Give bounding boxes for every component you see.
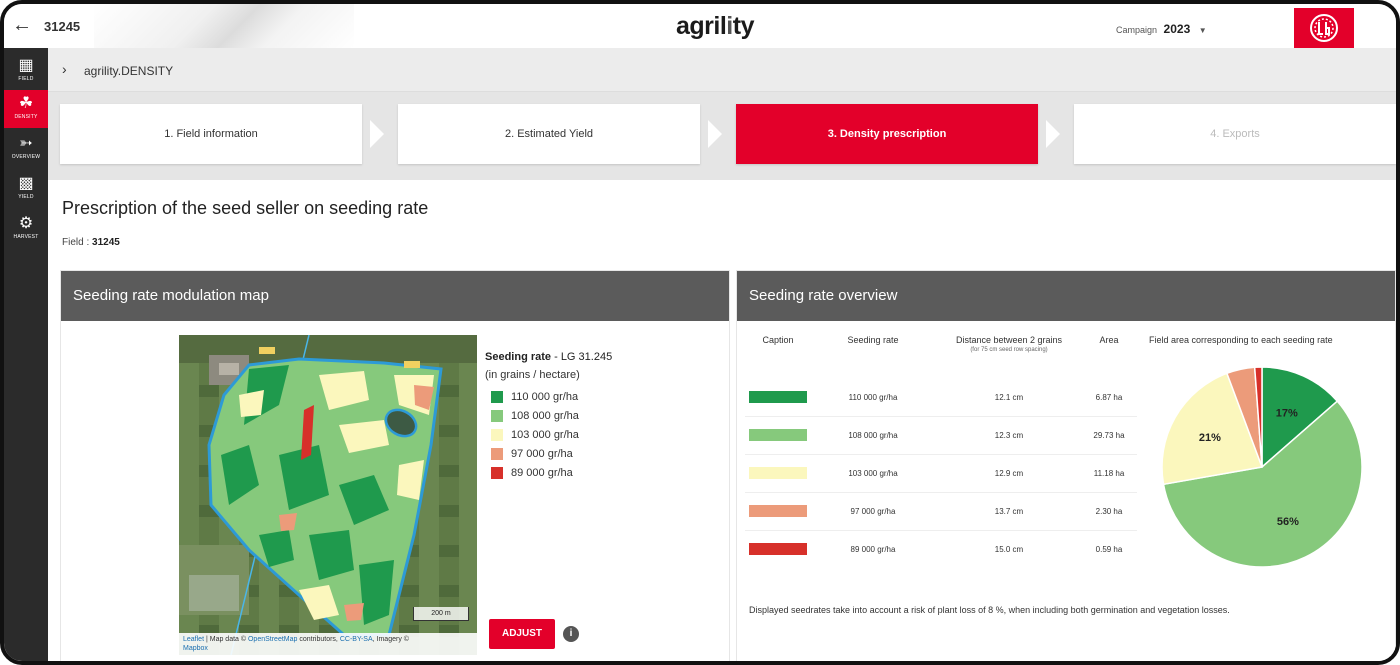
table-row: 89 000 gr/ha 15.0 cm 0.59 ha	[745, 531, 1137, 569]
map-panel: Seeding rate modulation map 200 m Leafle…	[60, 270, 730, 661]
sidebar-item-harvest[interactable]: ⚙ HARVEST	[4, 210, 48, 248]
main-content: Prescription of the seed seller on seedi…	[48, 180, 1396, 661]
sidebar: ▦ FIELD ☘ DENSITY ➳ OVERVIEW ▩ YIELD ⚙ H…	[4, 48, 48, 661]
overview-panel: Seeding rate overview Caption Seeding ra…	[736, 270, 1396, 661]
brand-seal-icon	[1310, 14, 1338, 42]
table-row: 103 000 gr/ha 12.9 cm 11.18 ha	[745, 455, 1137, 493]
harvest-icon: ⚙	[18, 215, 34, 232]
seeding-icon: ☘	[18, 95, 34, 112]
sidebar-item-yield[interactable]: ▩ YIELD	[4, 170, 48, 208]
field-grid-icon: ▦	[18, 57, 34, 74]
legend-item: 108 000 gr/ha	[491, 410, 579, 426]
campaign-value: 2023	[1163, 22, 1191, 36]
modulation-map[interactable]: 200 m Leaflet | Map data © OpenStreetMap…	[179, 334, 477, 656]
step-exports: 4. Exports	[1074, 104, 1396, 164]
row-color-swatch	[749, 391, 807, 403]
col-header-caption: Caption	[762, 335, 794, 345]
overview-panel-title: Seeding rate overview	[737, 271, 1395, 321]
field-id-title: 31245	[44, 19, 81, 34]
campaign-selector[interactable]: Campaign 2023 ▼	[1116, 22, 1207, 36]
header-decoration	[94, 4, 354, 48]
sidebar-item-overview[interactable]: ➳ OVERVIEW	[4, 130, 48, 168]
adjust-button[interactable]: ADJUST	[489, 619, 555, 649]
row-color-swatch	[749, 429, 807, 441]
step-field-information[interactable]: 1. Field information	[60, 104, 362, 164]
field-info: Field : 31245	[62, 237, 120, 248]
yield-icon: ▩	[18, 175, 34, 192]
table-row: 108 000 gr/ha 12.3 cm 29.73 ha	[745, 417, 1137, 455]
arrow-left-icon[interactable]: ←	[12, 14, 32, 37]
breadcrumb-text[interactable]: agrility.DENSITY	[84, 64, 173, 78]
pie-chart: 17% 56% 21%	[1157, 355, 1367, 580]
pie-title: Field area corresponding to each seeding…	[1149, 335, 1333, 345]
col-header-area: Area	[1099, 335, 1119, 345]
pie-data-label: 56%	[1277, 516, 1299, 528]
pie-data-label: 17%	[1276, 407, 1298, 419]
step-estimated-yield[interactable]: 2. Estimated Yield	[398, 104, 700, 164]
chevron-right-icon[interactable]: ›	[62, 61, 67, 77]
breadcrumb: › agrility.DENSITY	[48, 48, 1396, 92]
overview-icon: ➳	[19, 135, 33, 152]
legend-item: 97 000 gr/ha	[491, 448, 573, 464]
brand-logo-icon[interactable]	[1294, 8, 1354, 48]
page-title: Prescription of the seed seller on seedi…	[62, 198, 429, 218]
campaign-label: Campaign	[1116, 25, 1158, 35]
chevron-down-icon: ▼	[1198, 26, 1207, 35]
step-arrow-icon	[708, 120, 722, 148]
legend-title: Seeding rate - LG 31.245	[485, 351, 613, 363]
map-panel-title: Seeding rate modulation map	[61, 271, 729, 321]
row-color-swatch	[749, 543, 807, 555]
info-circle-icon[interactable]: i	[563, 626, 579, 642]
agrility-logo: agrility	[676, 12, 754, 40]
map-attribution: Leaflet | Map data © OpenStreetMap contr…	[179, 633, 477, 655]
legend-unit: (in grains / hectare)	[485, 369, 580, 381]
legend-item: 110 000 gr/ha	[491, 391, 578, 407]
row-color-swatch	[749, 505, 807, 517]
pie-chart-svg: 17% 56% 21%	[1161, 366, 1363, 568]
step-density-prescription[interactable]: 3. Density prescription	[736, 104, 1038, 164]
field-value: 31245	[92, 237, 120, 248]
top-bar: ← 31245 agrility Campaign 2023 ▼	[4, 4, 1396, 48]
col-header-distance: Distance between 2 grains (for 75 cm see…	[955, 335, 1063, 353]
sidebar-item-field[interactable]: ▦ FIELD	[4, 52, 48, 90]
col-header-rate: Seeding rate	[847, 335, 899, 345]
table-row: 97 000 gr/ha 13.7 cm 2.30 ha	[745, 493, 1137, 531]
step-wizard: 1. Field information 2. Estimated Yield …	[48, 92, 1396, 180]
legend-item: 89 000 gr/ha	[491, 467, 573, 483]
step-arrow-icon	[370, 120, 384, 148]
sidebar-item-density[interactable]: ☘ DENSITY	[4, 90, 48, 128]
app-window: ← 31245 agrility Campaign 2023 ▼ ▦ FIELD…	[0, 0, 1400, 665]
map-scale: 200 m	[413, 607, 469, 621]
table-row: 110 000 gr/ha 12.1 cm 6.87 ha	[745, 379, 1137, 417]
step-arrow-icon	[1046, 120, 1060, 148]
footnote: Displayed seedrates take into account a …	[749, 605, 1230, 615]
pie-data-label: 21%	[1199, 432, 1221, 444]
legend-item: 103 000 gr/ha	[491, 429, 579, 445]
row-color-swatch	[749, 467, 807, 479]
